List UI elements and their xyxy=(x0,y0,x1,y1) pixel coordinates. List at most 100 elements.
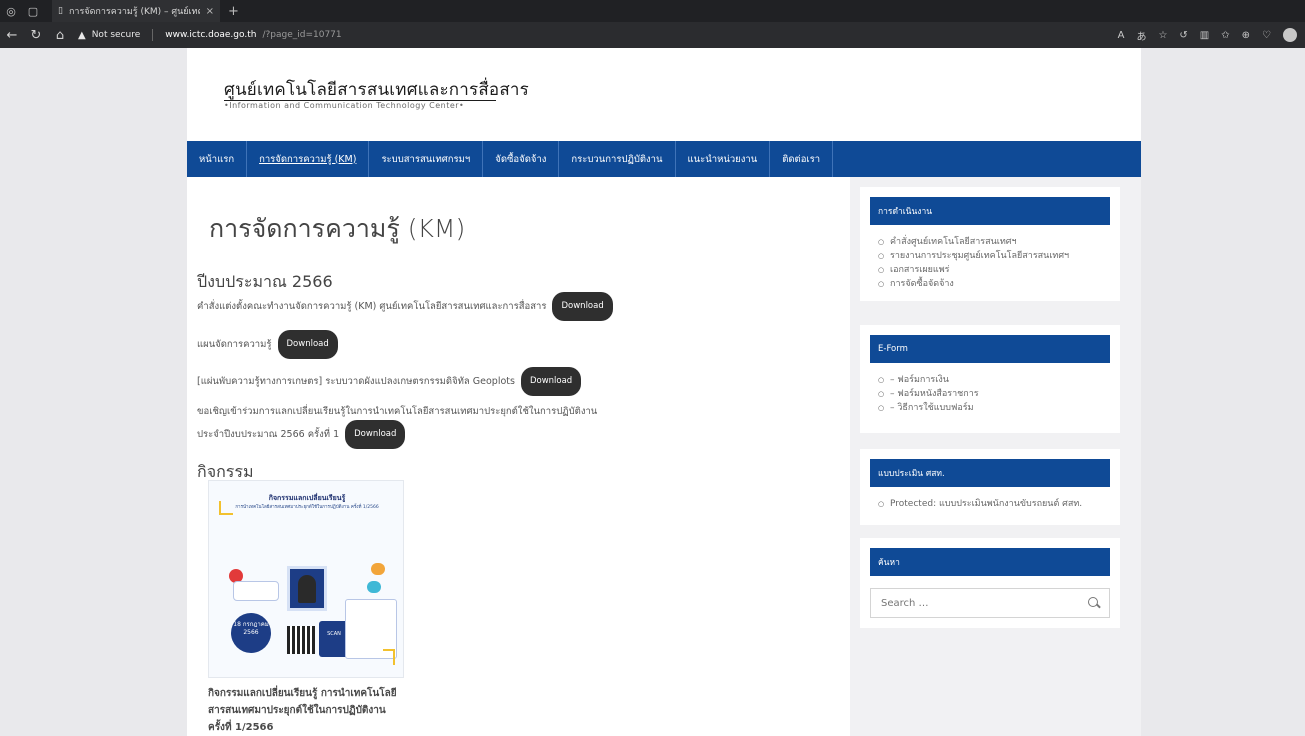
poster-subtitle: การนำเทคโนโลยีสารสนเทศมาประยุกต์ใช้ในการ… xyxy=(235,505,379,510)
search-box[interactable] xyxy=(870,588,1110,618)
list-item[interactable]: ○ Protected: แบบประเมินพนักงานขับรถยนต์ ศ… xyxy=(878,497,1110,511)
tab-title: การจัดการความรู้ (KM) – ศูนย์เทคโนโล... xyxy=(68,7,200,17)
nav-knowledge-management[interactable]: การจัดการความรู้ (KM) xyxy=(247,141,370,177)
main-content: การจัดการความรู้ (KM) ปีงบประมาณ 2566 คำ… xyxy=(187,177,850,736)
nav-procurement[interactable]: จัดซื้อจัดจ้าง xyxy=(483,141,560,177)
widget-list: ○ คำสั่งศูนย์เทคโนโลยีสารสนเทศฯ ○ รายงานกา… xyxy=(870,235,1110,291)
list-link[interactable]: เอกสารเผยแพร่ xyxy=(890,263,950,277)
widget-search: ค้นหา xyxy=(860,538,1120,628)
poster-title: กิจกรรมแลกเปลี่ยนเรียนรู้ xyxy=(268,494,346,502)
list-item[interactable]: ○ – ฟอร์มการเงิน xyxy=(878,373,1110,387)
qr-code-icon xyxy=(287,626,315,654)
km-item-1: คำสั่งแต่งตั้งคณะทำงานจัดการความรู้ (KM)… xyxy=(197,292,613,321)
speaker-photo xyxy=(287,566,327,611)
download-button[interactable]: Download xyxy=(277,330,338,359)
km-item-4: ขอเชิญเข้าร่วมการแลกเปลี่ยนเรียนรู้ในการ… xyxy=(197,403,597,449)
reload-icon[interactable]: ↻ xyxy=(24,22,48,48)
refresh-icon[interactable]: ↺ xyxy=(1179,30,1187,41)
page-title: การจัดการความรู้ (KM) xyxy=(209,214,466,243)
site-logo-thai[interactable]: ศูนย์เทคโนโลยีสารสนเทศและการสื่อสาร xyxy=(224,76,529,103)
nav-about-unit[interactable]: แนะนำหน่วยงาน xyxy=(676,141,771,177)
browser-tab[interactable]: ▯ การจัดการความรู้ (KM) – ศูนย์เทคโนโล..… xyxy=(52,0,220,22)
sidebar: การดำเนินงาน ○ คำสั่งศูนย์เทคโนโลยีสารสนเ… xyxy=(850,177,1141,736)
list-link[interactable]: คำสั่งศูนย์เทคโนโลยีสารสนเทศฯ xyxy=(890,235,1017,249)
search-icon[interactable] xyxy=(1087,596,1101,610)
km-item-text[interactable]: [แผ่นพับความรู้ทางการเกษตร] ระบบวาดผังแป… xyxy=(197,376,515,387)
address-bar-row: ← ↻ ⌂ ▲ Not secure www.ictc.doae.go.th /?… xyxy=(0,22,1305,48)
favorites-icon[interactable]: ✩ xyxy=(1221,30,1229,41)
copilot-icon[interactable]: ♡ xyxy=(1262,30,1271,41)
split-screen-icon[interactable]: ▥ xyxy=(1200,30,1209,41)
home-icon[interactable]: ⌂ xyxy=(48,22,72,48)
nav-information-systems[interactable]: ระบบสารสนเทศกรมฯ xyxy=(369,141,484,177)
site-header: ศูนย์เทคโนโลยีสารสนเทศและการสื่อสาร •Inf… xyxy=(187,48,1141,140)
activity-post-title[interactable]: กิจกรรมแลกเปลี่ยนเรียนรู้ การนำเทคโนโลยี… xyxy=(208,685,428,736)
list-link[interactable]: – วิธีการใช้แบบฟอร์ม xyxy=(890,401,974,415)
profile-avatar-icon[interactable] xyxy=(1283,28,1297,42)
bullet-icon: ○ xyxy=(878,238,885,246)
poster-info-box xyxy=(233,581,279,601)
widget-list: ○ Protected: แบบประเมินพนักงานขับรถยนต์ ศ… xyxy=(870,497,1110,511)
km-item-text[interactable]: คำสั่งแต่งตั้งคณะทำงานจัดการความรู้ (KM)… xyxy=(197,301,546,312)
tab-actions-icon[interactable]: ▢ xyxy=(22,0,44,22)
list-link[interactable]: การจัดซื้อจัดจ้าง xyxy=(890,277,954,291)
nav-work-process[interactable]: กระบวนการปฏิบัติงาน xyxy=(559,141,676,177)
list-item[interactable]: ○ – ฟอร์มหนังสือราชการ xyxy=(878,387,1110,401)
widget-title: การดำเนินงาน xyxy=(870,197,1110,225)
caption-line: สารสนเทศมาประยุกต์ใช้ในการปฏิบัติงาน xyxy=(208,705,386,716)
tab-close-icon[interactable]: × xyxy=(206,6,214,17)
bullet-icon: ○ xyxy=(878,404,885,412)
km-item-text-line2[interactable]: ประจำปีงบประมาณ 2566 ครั้งที่ 1 xyxy=(197,429,339,440)
list-item[interactable]: ○ รายงานการประชุมศูนย์เทคโนโลยีสารสนเทศฯ xyxy=(878,249,1110,263)
list-item[interactable]: ○ เอกสารเผยแพร่ xyxy=(878,263,1110,277)
url-host: www.ictc.doae.go.th xyxy=(165,30,257,40)
widget-list: ○ – ฟอร์มการเงิน ○ – ฟอร์มหนังสือราชการ ○ –… xyxy=(870,373,1110,415)
new-tab-button[interactable]: + xyxy=(220,4,247,19)
widget-title: ค้นหา xyxy=(870,548,1110,576)
bullet-icon: ○ xyxy=(878,376,885,384)
url-separator xyxy=(152,29,154,41)
download-button[interactable]: Download xyxy=(552,292,613,321)
security-label: Not secure xyxy=(91,30,141,40)
workspaces-icon[interactable]: ◎ xyxy=(0,0,22,22)
list-item[interactable]: ○ – วิธีการใช้แบบฟอร์ม xyxy=(878,401,1110,415)
list-link[interactable]: – ฟอร์มการเงิน xyxy=(890,373,949,387)
url-path: /?page_id=10771 xyxy=(262,30,342,40)
km-item-text[interactable]: ขอเชิญเข้าร่วมการแลกเปลี่ยนเรียนรู้ในการ… xyxy=(197,403,597,420)
page-icon: ▯ xyxy=(58,6,63,16)
browser-tab-bar: ◎ ▢ ▯ การจัดการความรู้ (KM) – ศูนย์เทคโน… xyxy=(0,0,1305,22)
download-button[interactable]: Download xyxy=(345,420,406,449)
page-viewport: ศูนย์เทคโนโลยีสารสนเทศและการสื่อสาร •Inf… xyxy=(0,48,1305,736)
list-link[interactable]: Protected: แบบประเมินพนักงานขับรถยนต์ ศส… xyxy=(890,497,1082,511)
widget-operations: การดำเนินงาน ○ คำสั่งศูนย์เทคโนโลยีสารสนเ… xyxy=(860,187,1120,301)
back-icon[interactable]: ← xyxy=(0,22,24,48)
collections-icon[interactable]: ⊕ xyxy=(1242,30,1250,41)
list-item[interactable]: ○ คำสั่งศูนย์เทคโนโลยีสารสนเทศฯ xyxy=(878,235,1110,249)
caption-line: กิจกรรมแลกเปลี่ยนเรียนรู้ การนำเทคโนโลยี xyxy=(208,688,397,699)
bullet-icon: ○ xyxy=(878,266,885,274)
activity-poster-image[interactable]: กิจกรรมแลกเปลี่ยนเรียนรู้ การนำเทคโนโลยี… xyxy=(208,480,404,678)
list-item[interactable]: ○ การจัดซื้อจัดจ้าง xyxy=(878,277,1110,291)
caption-line: ครั้งที่ 1/2566 xyxy=(208,722,274,733)
bullet-icon: ○ xyxy=(878,390,885,398)
nav-home[interactable]: หน้าแรก xyxy=(187,141,248,177)
list-link[interactable]: รายงานการประชุมศูนย์เทคโนโลยีสารสนเทศฯ xyxy=(890,249,1069,263)
list-link[interactable]: – ฟอร์มหนังสือราชการ xyxy=(890,387,979,401)
km-item-3: [แผ่นพับความรู้ทางการเกษตร] ระบบวาดผังแป… xyxy=(197,367,582,396)
download-button[interactable]: Download xyxy=(520,367,582,396)
nav-contact[interactable]: ติดต่อเรา xyxy=(770,141,834,177)
km-item-2: แผนจัดการความรู้ Download xyxy=(197,330,338,359)
widget-title: E-Form xyxy=(870,335,1110,363)
bullet-icon: ○ xyxy=(878,252,885,260)
widget-evaluation: แบบประเมิน ศสท. ○ Protected: แบบประเมินพน… xyxy=(860,449,1120,525)
chat-bubble-icon xyxy=(367,581,381,593)
km-item-text[interactable]: แผนจัดการความรู้ xyxy=(197,339,272,350)
bullet-icon: ○ xyxy=(878,280,885,288)
url-field[interactable]: ▲ Not secure www.ictc.doae.go.th /?page_i… xyxy=(78,29,342,41)
translate-icon[interactable]: あ xyxy=(1136,28,1146,43)
read-aloud-icon[interactable]: A xyxy=(1118,30,1125,41)
main-navigation: หน้าแรก การจัดการความรู้ (KM) ระบบสารสนเ… xyxy=(187,141,1141,177)
widget-title: แบบประเมิน ศสท. xyxy=(870,459,1110,487)
search-input[interactable] xyxy=(879,596,1087,610)
favorite-star-icon[interactable]: ☆ xyxy=(1158,30,1167,41)
